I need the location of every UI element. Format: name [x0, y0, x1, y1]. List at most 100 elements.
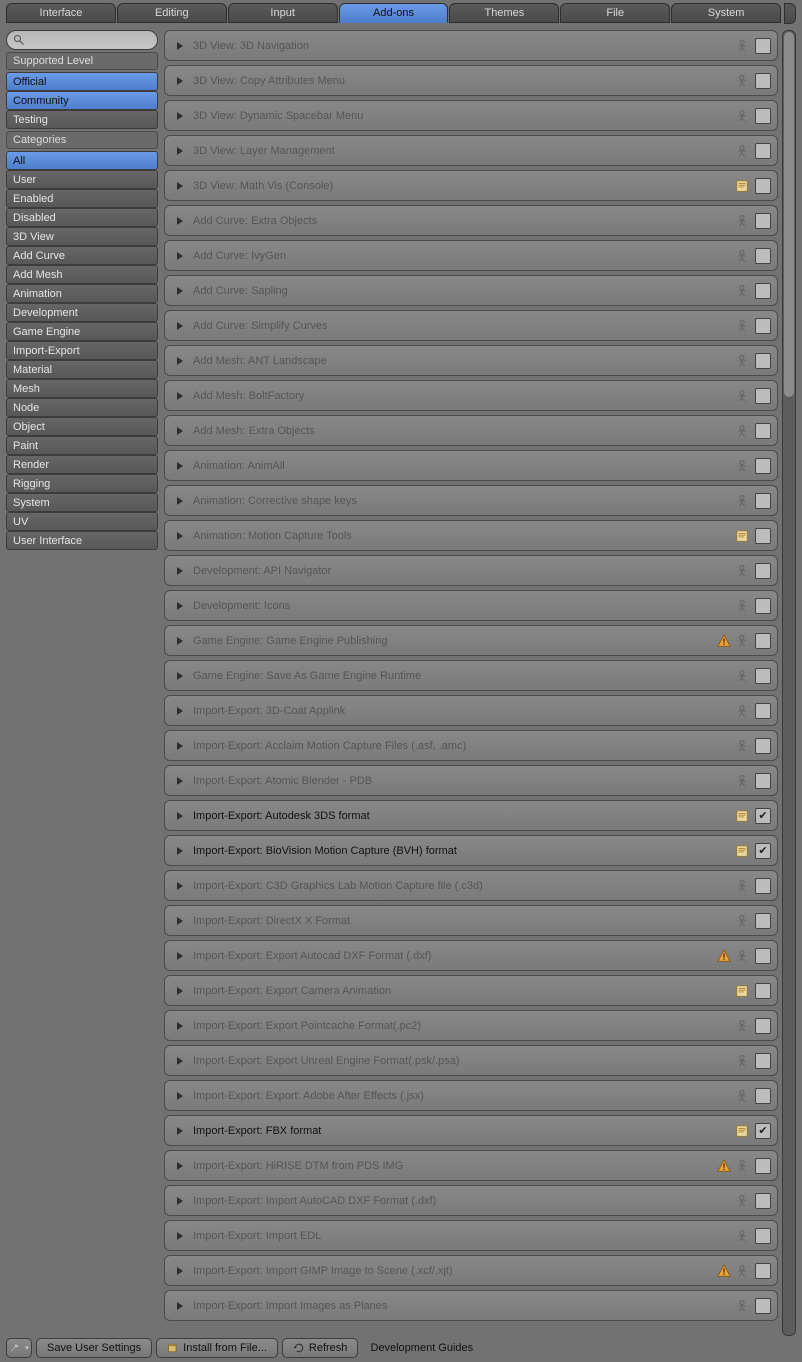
search-input[interactable]: [6, 30, 158, 50]
user-doc-icon[interactable]: [733, 494, 751, 508]
user-doc-icon[interactable]: [733, 319, 751, 333]
user-doc-icon[interactable]: [733, 1299, 751, 1313]
expand-toggle[interactable]: [171, 1162, 189, 1170]
user-doc-icon[interactable]: [733, 704, 751, 718]
enable-checkbox[interactable]: [755, 213, 771, 229]
expand-toggle[interactable]: [171, 707, 189, 715]
enable-checkbox[interactable]: [755, 423, 771, 439]
category-enabled[interactable]: Enabled: [6, 189, 158, 208]
scrollbar[interactable]: [782, 30, 796, 1336]
enable-checkbox[interactable]: [755, 1123, 771, 1139]
category-user[interactable]: User: [6, 170, 158, 189]
category-animation[interactable]: Animation: [6, 284, 158, 303]
category-object[interactable]: Object: [6, 417, 158, 436]
user-doc-icon[interactable]: [733, 389, 751, 403]
user-doc-icon[interactable]: [733, 109, 751, 123]
user-doc-icon[interactable]: [733, 1054, 751, 1068]
user-doc-icon[interactable]: [733, 459, 751, 473]
enable-checkbox[interactable]: [755, 563, 771, 579]
enable-checkbox[interactable]: [755, 1158, 771, 1174]
enable-checkbox[interactable]: [755, 1263, 771, 1279]
script-doc-icon[interactable]: [733, 529, 751, 543]
expand-toggle[interactable]: [171, 1232, 189, 1240]
enable-checkbox[interactable]: [755, 73, 771, 89]
category-node[interactable]: Node: [6, 398, 158, 417]
expand-toggle[interactable]: [171, 252, 189, 260]
enable-checkbox[interactable]: [755, 143, 771, 159]
category-disabled[interactable]: Disabled: [6, 208, 158, 227]
expand-toggle[interactable]: [171, 112, 189, 120]
category-all[interactable]: All: [6, 151, 158, 170]
expand-toggle[interactable]: [171, 497, 189, 505]
script-doc-icon[interactable]: [733, 844, 751, 858]
enable-checkbox[interactable]: [755, 388, 771, 404]
save-user-settings-button[interactable]: Save User Settings: [36, 1338, 152, 1358]
user-doc-icon[interactable]: [733, 599, 751, 613]
refresh-button[interactable]: Refresh: [282, 1338, 359, 1358]
tab-themes[interactable]: Themes: [449, 3, 559, 23]
category-3d-view[interactable]: 3D View: [6, 227, 158, 246]
category-uv[interactable]: UV: [6, 512, 158, 531]
expand-toggle[interactable]: [171, 882, 189, 890]
expand-toggle[interactable]: [171, 602, 189, 610]
expand-toggle[interactable]: [171, 742, 189, 750]
user-doc-icon[interactable]: [733, 144, 751, 158]
enable-checkbox[interactable]: [755, 458, 771, 474]
enable-checkbox[interactable]: [755, 773, 771, 789]
category-material[interactable]: Material: [6, 360, 158, 379]
expand-toggle[interactable]: [171, 322, 189, 330]
category-system[interactable]: System: [6, 493, 158, 512]
expand-toggle[interactable]: [171, 847, 189, 855]
category-paint[interactable]: Paint: [6, 436, 158, 455]
development-guides-link[interactable]: Development Guides: [362, 1342, 481, 1354]
enable-checkbox[interactable]: [755, 318, 771, 334]
install-from-file-button[interactable]: Install from File...: [156, 1338, 278, 1358]
expand-toggle[interactable]: [171, 357, 189, 365]
script-doc-icon[interactable]: [733, 1124, 751, 1138]
tab-input[interactable]: Input: [228, 3, 338, 23]
enable-checkbox[interactable]: [755, 38, 771, 54]
script-doc-icon[interactable]: [733, 984, 751, 998]
category-development[interactable]: Development: [6, 303, 158, 322]
expand-toggle[interactable]: [171, 1092, 189, 1100]
enable-checkbox[interactable]: [755, 703, 771, 719]
user-doc-icon[interactable]: [733, 39, 751, 53]
expand-toggle[interactable]: [171, 77, 189, 85]
enable-checkbox[interactable]: [755, 1053, 771, 1069]
enable-checkbox[interactable]: [755, 633, 771, 649]
user-doc-icon[interactable]: [733, 914, 751, 928]
expand-toggle[interactable]: [171, 1022, 189, 1030]
scrollbar-thumb[interactable]: [784, 32, 794, 397]
enable-checkbox[interactable]: [755, 108, 771, 124]
category-render[interactable]: Render: [6, 455, 158, 474]
enable-checkbox[interactable]: [755, 283, 771, 299]
expand-toggle[interactable]: [171, 952, 189, 960]
enable-checkbox[interactable]: [755, 1018, 771, 1034]
script-doc-icon[interactable]: [733, 179, 751, 193]
expand-toggle[interactable]: [171, 1302, 189, 1310]
expand-toggle[interactable]: [171, 427, 189, 435]
user-doc-icon[interactable]: [733, 739, 751, 753]
category-add-curve[interactable]: Add Curve: [6, 246, 158, 265]
editor-type-button[interactable]: ▾: [6, 1338, 32, 1358]
expand-toggle[interactable]: [171, 1197, 189, 1205]
expand-toggle[interactable]: [171, 1267, 189, 1275]
enable-checkbox[interactable]: [755, 843, 771, 859]
tab-file[interactable]: File: [560, 3, 670, 23]
expand-toggle[interactable]: [171, 42, 189, 50]
category-import-export[interactable]: Import-Export: [6, 341, 158, 360]
category-add-mesh[interactable]: Add Mesh: [6, 265, 158, 284]
expand-toggle[interactable]: [171, 462, 189, 470]
enable-checkbox[interactable]: [755, 493, 771, 509]
expand-toggle[interactable]: [171, 567, 189, 575]
user-doc-icon[interactable]: [733, 1229, 751, 1243]
user-doc-icon[interactable]: [733, 879, 751, 893]
user-doc-icon[interactable]: [733, 214, 751, 228]
expand-toggle[interactable]: [171, 182, 189, 190]
tab-system[interactable]: System: [671, 3, 781, 23]
expand-toggle[interactable]: [171, 637, 189, 645]
category-rigging[interactable]: Rigging: [6, 474, 158, 493]
enable-checkbox[interactable]: [755, 178, 771, 194]
expand-toggle[interactable]: [171, 1057, 189, 1065]
enable-checkbox[interactable]: [755, 878, 771, 894]
